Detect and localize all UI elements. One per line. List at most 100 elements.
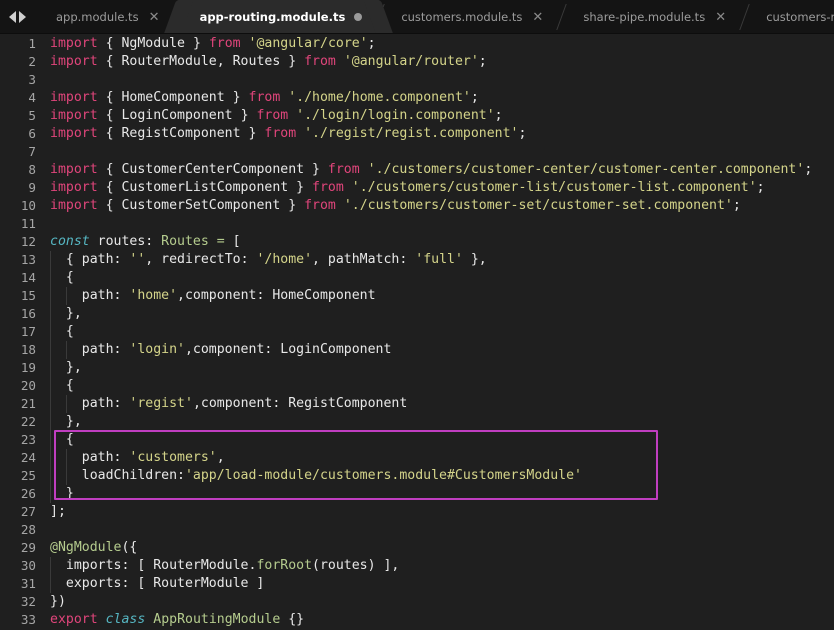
code-line[interactable]: 31 exports: [ RouterModule ] xyxy=(0,575,834,593)
tab-share-pipe-module-ts[interactable]: share-pipe.module.ts ✕ xyxy=(561,0,745,33)
code-lines[interactable]: 1 import { NgModule } from '@angular/core… xyxy=(0,35,834,629)
chevron-right-icon[interactable] xyxy=(19,10,26,23)
code-token: '@angular/router' xyxy=(343,54,479,69)
code-line[interactable]: 23 { xyxy=(0,431,834,449)
code-line[interactable]: 26 } xyxy=(0,485,834,503)
code-line-content[interactable]: loadChildren:'app/load-module/customers.… xyxy=(40,467,834,485)
code-token: ,component: LoginComponent xyxy=(184,342,392,357)
code-line[interactable]: 14 { xyxy=(0,269,834,287)
code-line-content[interactable]: { path: '', redirectTo: '/home', pathMat… xyxy=(40,251,834,269)
code-line[interactable]: 18 path: 'login',component: LoginCompone… xyxy=(0,341,834,359)
code-editor[interactable]: 1 import { NgModule } from '@angular/core… xyxy=(0,34,834,630)
chevron-left-icon[interactable] xyxy=(9,10,16,23)
tab-label: customers-routing.module.ts xyxy=(766,10,834,24)
code-line[interactable]: 30 imports: [ RouterModule.forRoot(route… xyxy=(0,557,834,575)
line-number: 15 xyxy=(20,288,36,303)
code-line-content[interactable]: import { CustomerListComponent } from '.… xyxy=(40,179,834,197)
code-line-content[interactable]: import { NgModule } from '@angular/core'… xyxy=(40,35,834,53)
code-line[interactable]: 12 const routes: Routes = [ xyxy=(0,233,834,251)
code-line[interactable]: 28 xyxy=(0,521,834,539)
code-token: { xyxy=(97,162,122,177)
code-line-content[interactable]: import { LoginComponent } from './login/… xyxy=(40,107,834,125)
code-line-content[interactable]: import { CustomerCenterComponent } from … xyxy=(40,161,834,179)
code-line-content[interactable]: import { CustomerSetComponent } from './… xyxy=(40,197,834,215)
code-line[interactable]: 24 path: 'customers', xyxy=(0,449,834,467)
close-icon[interactable]: ✕ xyxy=(531,11,544,24)
code-line[interactable]: 25 loadChildren:'app/load-module/custome… xyxy=(0,467,834,485)
code-token: ; xyxy=(478,54,487,69)
code-line-content[interactable]: }, xyxy=(40,305,834,323)
code-line[interactable]: 10 import { CustomerSetComponent } from '… xyxy=(0,197,834,215)
code-token: { xyxy=(50,432,74,447)
code-token: './regist/regist.component' xyxy=(304,126,519,141)
unsaved-changes-dot-icon[interactable] xyxy=(354,13,363,21)
code-line-content[interactable]: path: 'login',component: LoginComponent xyxy=(40,341,834,359)
code-line-content[interactable]: }) xyxy=(40,593,834,611)
code-token: } xyxy=(50,486,74,501)
code-token: import xyxy=(50,162,98,177)
code-line[interactable]: 11 xyxy=(0,215,834,233)
code-line-content[interactable]: const routes: Routes = [ xyxy=(40,233,834,251)
code-line[interactable]: 4 import { HomeComponent } from './home/h… xyxy=(0,89,834,107)
tab-customers-module-ts[interactable]: customers.module.ts ✕ xyxy=(379,0,562,33)
code-line[interactable]: 17 { xyxy=(0,323,834,341)
code-line-content[interactable]: exports: [ RouterModule ] xyxy=(40,575,834,593)
code-line[interactable]: 6 import { RegistComponent } from './regi… xyxy=(0,125,834,143)
code-line[interactable]: 20 { xyxy=(0,377,834,395)
code-line-content[interactable]: ]; xyxy=(40,503,834,521)
code-line[interactable]: 7 xyxy=(0,143,834,161)
line-number: 29 xyxy=(20,540,36,555)
code-line[interactable]: 5 import { LoginComponent } from './login… xyxy=(0,107,834,125)
line-number: 22 xyxy=(20,414,36,429)
code-line-content[interactable]: } xyxy=(40,485,834,503)
code-line-content[interactable]: import { HomeComponent } from './home/ho… xyxy=(40,89,834,107)
line-number: 10 xyxy=(20,198,36,213)
code-line-content[interactable]: }, xyxy=(40,413,834,431)
code-line-content[interactable]: export class AppRoutingModule {} xyxy=(40,611,834,629)
code-line[interactable]: 1 import { NgModule } from '@angular/core… xyxy=(0,35,834,53)
close-icon[interactable]: ✕ xyxy=(148,11,161,24)
line-number: 8 xyxy=(28,162,36,177)
code-line-content[interactable]: { xyxy=(40,431,834,449)
code-line[interactable]: 21 path: 'regist',component: RegistCompo… xyxy=(0,395,834,413)
code-line-content[interactable]: import { RegistComponent } from './regis… xyxy=(40,125,834,143)
indent-guide xyxy=(50,323,51,341)
code-line[interactable]: 19 }, xyxy=(0,359,834,377)
code-token: { xyxy=(50,270,74,285)
tab-customers-routing-module-ts[interactable]: customers-routing.module.ts xyxy=(744,0,834,33)
code-line-content[interactable]: path: 'home',component: HomeComponent xyxy=(40,287,834,305)
code-line[interactable]: 16 }, xyxy=(0,305,834,323)
code-line-content[interactable]: path: 'customers', xyxy=(40,449,834,467)
code-token: }, xyxy=(50,414,82,429)
line-number: 6 xyxy=(28,126,36,141)
code-token: import xyxy=(50,108,98,123)
indent-guide xyxy=(50,557,51,575)
code-line[interactable]: 29 @NgModule({ xyxy=(0,539,834,557)
code-line[interactable]: 22 }, xyxy=(0,413,834,431)
code-line-content[interactable]: path: 'regist',component: RegistComponen… xyxy=(40,395,834,413)
tab-app-module-ts[interactable]: app.module.ts ✕ xyxy=(34,0,178,33)
code-line-content[interactable]: { xyxy=(40,377,834,395)
code-line-content[interactable]: import { RouterModule, Routes } from '@a… xyxy=(40,53,834,71)
code-line[interactable]: 15 path: 'home',component: HomeComponent xyxy=(0,287,834,305)
close-icon[interactable]: ✕ xyxy=(714,11,727,24)
code-line[interactable]: 9 import { CustomerListComponent } from '… xyxy=(0,179,834,197)
code-line-content[interactable]: { xyxy=(40,269,834,287)
code-line-content[interactable]: }, xyxy=(40,359,834,377)
code-token: { xyxy=(97,180,122,195)
code-line[interactable]: 8 import { CustomerCenterComponent } from… xyxy=(0,161,834,179)
code-line[interactable]: 2 import { RouterModule, Routes } from '@… xyxy=(0,53,834,71)
code-line-content[interactable]: @NgModule({ xyxy=(40,539,834,557)
code-line-content[interactable]: imports: [ RouterModule.forRoot(routes) … xyxy=(40,557,834,575)
line-number: 13 xyxy=(20,252,36,267)
code-line-content[interactable]: { xyxy=(40,323,834,341)
code-token: }, xyxy=(462,252,487,267)
code-line[interactable]: 33 export class AppRoutingModule {} xyxy=(0,611,834,629)
code-line[interactable]: 3 xyxy=(0,71,834,89)
code-line[interactable]: 32}) xyxy=(0,593,834,611)
code-line[interactable]: 27]; xyxy=(0,503,834,521)
tab-app-routing-module-ts[interactable]: app-routing.module.ts xyxy=(177,0,380,33)
indent-guide xyxy=(50,359,51,377)
code-line[interactable]: 13 { path: '', redirectTo: '/home', path… xyxy=(0,251,834,269)
